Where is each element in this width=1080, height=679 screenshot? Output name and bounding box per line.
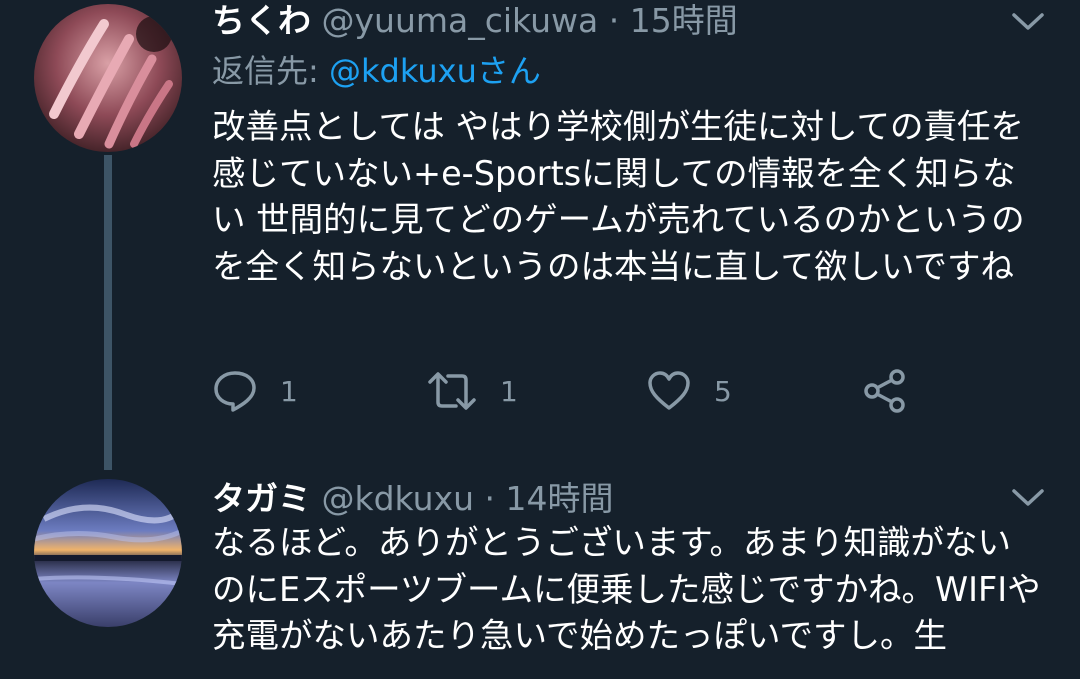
separator: · xyxy=(484,479,496,518)
user-handle[interactable]: @kdkuxu xyxy=(322,479,475,518)
tweet-text: なるほど。ありがとうございます。あまり知識がないのにEスポーツブームに便乗した感… xyxy=(212,523,1041,655)
avatar-photo xyxy=(34,479,182,627)
like-count: 5 xyxy=(714,374,732,408)
reply-count: 1 xyxy=(280,374,298,408)
tweet-text: 改善点としては やはり学校側が生徒に対しての責任を感じていない+e-Sports… xyxy=(212,107,1025,286)
avatar-photo xyxy=(34,4,182,152)
reply-button[interactable]: 1 xyxy=(212,366,298,416)
avatar[interactable] xyxy=(34,4,182,152)
tweet-header: タガミ @kdkuxu · 14時間 xyxy=(212,478,614,520)
thread-line xyxy=(104,155,112,470)
chevron-down-icon[interactable] xyxy=(1010,10,1046,34)
tweet-actions: 1 1 5 xyxy=(212,366,932,416)
timestamp[interactable]: 14時間 xyxy=(506,479,614,518)
timestamp[interactable]: 15時間 xyxy=(630,1,738,40)
chevron-down-icon[interactable] xyxy=(1010,486,1046,510)
retweet-button[interactable]: 1 xyxy=(426,366,518,416)
separator: · xyxy=(608,1,620,40)
avatar[interactable] xyxy=(34,479,182,627)
share-button[interactable] xyxy=(862,366,908,416)
tweet-header: ちくわ @yuuma_cikuwa · 15時間 xyxy=(212,0,738,42)
share-icon xyxy=(864,369,905,413)
reply-to-label: 返信先: xyxy=(212,52,329,90)
display-name[interactable]: タガミ xyxy=(212,479,311,518)
like-button[interactable]: 5 xyxy=(646,366,732,416)
tweet[interactable]: ちくわ @yuuma_cikuwa · 15時間 返信先: @kdkuxuさん … xyxy=(0,0,1080,470)
reply-bubble-icon xyxy=(214,371,256,412)
user-handle[interactable]: @yuuma_cikuwa xyxy=(322,1,599,40)
tweet[interactable]: タガミ @kdkuxu · 14時間 なるほど。ありがとうございます。あまり知識… xyxy=(0,470,1080,679)
timeline: ちくわ @yuuma_cikuwa · 15時間 返信先: @kdkuxuさん … xyxy=(0,0,1080,679)
reply-mention-link[interactable]: @kdkuxuさん xyxy=(329,52,541,90)
display-name[interactable]: ちくわ xyxy=(212,1,311,40)
heart-icon xyxy=(648,371,690,410)
retweet-icon xyxy=(428,372,476,410)
reply-to-line: 返信先: @kdkuxuさん xyxy=(212,50,541,92)
retweet-count: 1 xyxy=(500,374,518,408)
